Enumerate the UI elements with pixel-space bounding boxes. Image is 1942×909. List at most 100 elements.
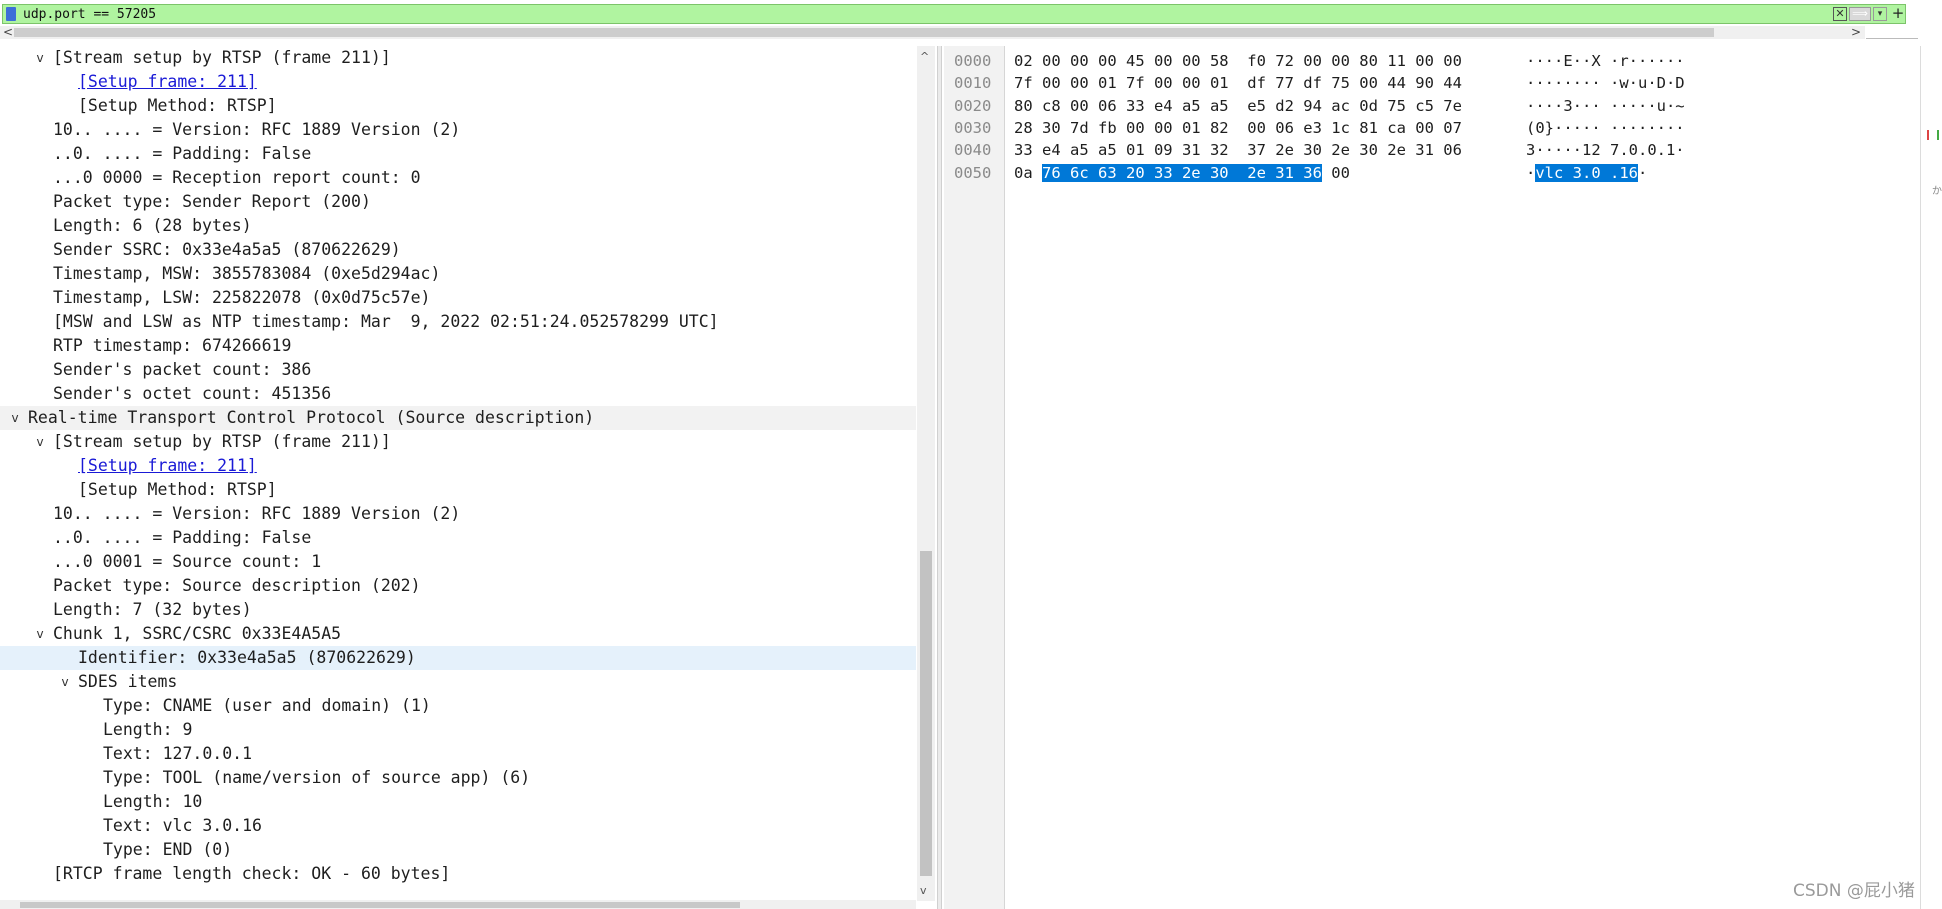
ascii-bytes[interactable]: ····3··· ·····u·~ bbox=[1526, 95, 1685, 117]
bookmark-icon[interactable] bbox=[6, 7, 16, 21]
tree-row-label: Sender's octet count: 451356 bbox=[53, 384, 332, 403]
tree-row-label: [Stream setup by RTSP (frame 211)] bbox=[53, 48, 391, 67]
tree-row[interactable]: ...0 0000 = Reception report count: 0 bbox=[0, 166, 916, 190]
tree-row-label: Chunk 1, SSRC/CSRC 0x33E4A5A5 bbox=[53, 624, 342, 643]
scroll-up-icon[interactable]: ^ bbox=[920, 50, 929, 63]
packet-list-hscrollbar[interactable]: < > bbox=[0, 25, 1865, 39]
ascii-bytes-highlight[interactable]: vlc 3.0 .16 bbox=[1535, 163, 1638, 182]
scroll-left-icon[interactable]: < bbox=[3, 25, 13, 39]
hex-bytes[interactable]: 33 e4 a5 a5 01 09 31 32 37 2e 30 2e 30 2… bbox=[1014, 139, 1462, 161]
hex-bytes[interactable]: 28 30 7d fb 00 00 01 82 00 06 e3 1c 81 c… bbox=[1014, 117, 1462, 139]
tree-row-label: [Setup Method: RTSP] bbox=[78, 96, 277, 115]
expand-chevron-icon[interactable]: v bbox=[33, 430, 47, 454]
tree-row[interactable]: v Chunk 1, SSRC/CSRC 0x33E4A5A5 bbox=[0, 622, 916, 646]
vscrollbar-thumb[interactable] bbox=[920, 551, 932, 876]
tree-row[interactable]: Sender's octet count: 451356 bbox=[0, 382, 916, 406]
tree-row[interactable]: Packet type: Sender Report (200) bbox=[0, 190, 916, 214]
expand-chevron-icon[interactable]: v bbox=[33, 46, 47, 70]
hex-row[interactable]: 0000 02 00 00 00 45 00 00 58 f0 72 00 00 … bbox=[944, 50, 1919, 72]
hex-bytes[interactable]: 7f 00 00 01 7f 00 00 01 df 77 df 75 00 4… bbox=[1014, 72, 1462, 94]
clear-filter-icon[interactable]: ✕ bbox=[1833, 7, 1847, 21]
scroll-down-icon[interactable]: v bbox=[920, 884, 927, 897]
tree-row[interactable]: Type: TOOL (name/version of source app) … bbox=[0, 766, 916, 790]
tree-row[interactable]: Type: CNAME (user and domain) (1) bbox=[0, 694, 916, 718]
tree-row-label: [Stream setup by RTSP (frame 211)] bbox=[53, 432, 391, 451]
toolbar-mark-icon bbox=[1927, 130, 1939, 140]
tree-row-label: Type: CNAME (user and domain) (1) bbox=[103, 696, 431, 715]
tree-row[interactable]: Identifier: 0x33e4a5a5 (870622629) bbox=[0, 646, 916, 670]
add-filter-button-icon[interactable]: + bbox=[1890, 5, 1906, 21]
hex-offset: 0010 bbox=[954, 74, 992, 93]
ascii-bytes[interactable]: ········ ·w·u·D·D bbox=[1526, 72, 1685, 94]
tree-row[interactable]: Sender's packet count: 386 bbox=[0, 358, 916, 382]
ascii-bytes-part[interactable]: · bbox=[1638, 164, 1647, 182]
display-filter-input[interactable] bbox=[23, 5, 1823, 23]
hex-row[interactable]: 0030 28 30 7d fb 00 00 01 82 00 06 e3 1c … bbox=[944, 117, 1919, 139]
tree-row[interactable]: [Setup Method: RTSP] bbox=[0, 478, 916, 502]
tree-row[interactable]: v SDES items bbox=[0, 670, 916, 694]
tree-row[interactable]: [RTCP frame length check: OK - 60 bytes] bbox=[0, 862, 916, 886]
chevron-down-icon[interactable]: ▾ bbox=[1873, 7, 1887, 21]
details-vscrollbar[interactable]: ^ v bbox=[917, 46, 935, 901]
hex-bytes-part[interactable]: 00 bbox=[1322, 164, 1350, 182]
tree-row[interactable]: [Setup frame: 211] bbox=[0, 70, 916, 94]
hex-row[interactable]: 0050 0a 76 6c 63 20 33 2e 30 2e 31 36 00 ·… bbox=[944, 162, 1919, 184]
tree-section-row[interactable]: v Real-time Transport Control Protocol (S… bbox=[0, 406, 916, 430]
tree-row[interactable]: Length: 6 (28 bytes) bbox=[0, 214, 916, 238]
tree-row-label: Sender's packet count: 386 bbox=[53, 360, 312, 379]
hex-row[interactable]: 0010 7f 00 00 01 7f 00 00 01 df 77 df 75 … bbox=[944, 72, 1919, 94]
ascii-bytes[interactable]: ·vlc 3.0 .16· bbox=[1526, 162, 1647, 184]
tree-row-label: Length: 6 (28 bytes) bbox=[53, 216, 252, 235]
tree-row[interactable]: Timestamp, LSW: 225822078 (0x0d75c57e) bbox=[0, 286, 916, 310]
tree-row[interactable]: RTP timestamp: 674266619 bbox=[0, 334, 916, 358]
tree-row[interactable]: [MSW and LSW as NTP timestamp: Mar 9, 20… bbox=[0, 310, 916, 334]
tree-row[interactable]: [Setup Method: RTSP] bbox=[0, 94, 916, 118]
tree-row-link[interactable]: [Setup frame: 211] bbox=[78, 454, 257, 478]
hex-bytes-highlight[interactable]: 76 6c 63 20 33 2e 30 2e 31 36 bbox=[1042, 163, 1322, 182]
tree-row-label: 10.. .... = Version: RFC 1889 Version (2… bbox=[53, 120, 461, 139]
hex-row[interactable]: 0020 80 c8 00 06 33 e4 a5 a5 e5 d2 94 ac … bbox=[944, 95, 1919, 117]
tree-row[interactable]: 10.. .... = Version: RFC 1889 Version (2… bbox=[0, 118, 916, 142]
ascii-bytes-part[interactable]: · bbox=[1526, 164, 1535, 182]
hex-row[interactable]: 0040 33 e4 a5 a5 01 09 31 32 37 2e 30 2e … bbox=[944, 139, 1919, 161]
apply-filter-icon[interactable]: ⟹ bbox=[1849, 7, 1871, 21]
tree-row[interactable]: v [Stream setup by RTSP (frame 211)] bbox=[0, 430, 916, 454]
hex-bytes[interactable]: 80 c8 00 06 33 e4 a5 a5 e5 d2 94 ac 0d 7… bbox=[1014, 95, 1462, 117]
tree-row-label: ...0 0001 = Source count: 1 bbox=[53, 552, 322, 571]
tree-row[interactable]: Length: 9 bbox=[0, 718, 916, 742]
packet-bytes-pane[interactable]: 0000 02 00 00 00 45 00 00 58 f0 72 00 00 … bbox=[944, 46, 1919, 909]
tree-row[interactable]: Sender SSRC: 0x33e4a5a5 (870622629) bbox=[0, 238, 916, 262]
hex-bytes[interactable]: 0a 76 6c 63 20 33 2e 30 2e 31 36 00 bbox=[1014, 162, 1350, 184]
ascii-bytes[interactable]: ····E··X ·r······ bbox=[1526, 50, 1685, 72]
tree-row[interactable]: [Setup frame: 211] bbox=[0, 454, 916, 478]
ascii-bytes[interactable]: 3·····12 7.0.0.1· bbox=[1526, 139, 1685, 161]
tree-row[interactable]: Text: 127.0.0.1 bbox=[0, 742, 916, 766]
tree-row-label: ...0 0000 = Reception report count: 0 bbox=[53, 168, 421, 187]
details-hscrollbar[interactable] bbox=[0, 900, 916, 909]
tree-row[interactable]: ...0 0001 = Source count: 1 bbox=[0, 550, 916, 574]
packet-details-pane[interactable]: v [Stream setup by RTSP (frame 211)] [Setu… bbox=[0, 46, 916, 893]
tree-row[interactable]: Type: END (0) bbox=[0, 838, 916, 862]
expand-chevron-icon[interactable]: v bbox=[33, 622, 47, 646]
display-filter-field[interactable]: ✕ ⟹ ▾ bbox=[2, 4, 1906, 24]
tree-row[interactable]: 10.. .... = Version: RFC 1889 Version (2… bbox=[0, 502, 916, 526]
tree-row[interactable]: ..0. .... = Padding: False bbox=[0, 526, 916, 550]
expand-chevron-icon[interactable]: v bbox=[58, 670, 72, 694]
scroll-right-icon[interactable]: > bbox=[1851, 25, 1861, 39]
hscrollbar-thumb[interactable] bbox=[14, 28, 1714, 37]
tree-row[interactable]: Packet type: Source description (202) bbox=[0, 574, 916, 598]
tree-row[interactable]: Timestamp, MSW: 3855783084 (0xe5d294ac) bbox=[0, 262, 916, 286]
hex-bytes-part[interactable]: 0a bbox=[1014, 164, 1042, 182]
tree-row[interactable]: v [Stream setup by RTSP (frame 211)] bbox=[0, 46, 916, 70]
tree-row[interactable]: Text: vlc 3.0.16 bbox=[0, 814, 916, 838]
divider-line bbox=[1866, 38, 1918, 39]
tree-row[interactable]: Length: 10 bbox=[0, 790, 916, 814]
details-hscrollbar-thumb[interactable] bbox=[20, 902, 740, 908]
tree-row-link[interactable]: [Setup frame: 211] bbox=[78, 70, 257, 94]
tree-row[interactable]: ..0. .... = Padding: False bbox=[0, 142, 916, 166]
tree-row[interactable]: Length: 7 (32 bytes) bbox=[0, 598, 916, 622]
hex-bytes[interactable]: 02 00 00 00 45 00 00 58 f0 72 00 00 80 1… bbox=[1014, 50, 1462, 72]
pane-splitter[interactable] bbox=[937, 46, 942, 909]
ascii-bytes[interactable]: (0}····· ········ bbox=[1526, 117, 1685, 139]
expand-chevron-icon[interactable]: v bbox=[8, 406, 22, 430]
